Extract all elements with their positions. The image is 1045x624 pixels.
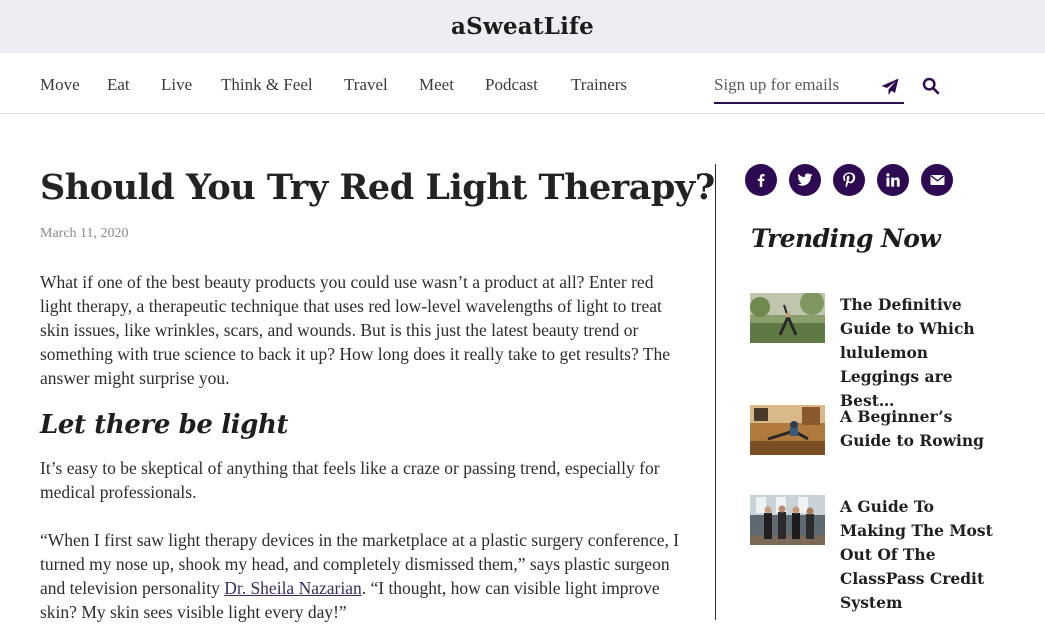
trending-now-heading: Trending Now bbox=[751, 224, 941, 253]
trending-thumbnail[interactable] bbox=[750, 495, 825, 545]
trending-card-title[interactable]: A Beginner’s Guide to Rowing bbox=[840, 405, 1005, 453]
paper-plane-icon[interactable] bbox=[880, 77, 900, 97]
search-icon[interactable] bbox=[922, 77, 940, 95]
nav-item-travel[interactable]: Travel bbox=[344, 75, 388, 95]
nav-item-podcast[interactable]: Podcast bbox=[485, 75, 538, 95]
article-date: March 11, 2020 bbox=[40, 226, 129, 241]
article-subheading: Let there be light bbox=[40, 410, 289, 440]
email-icon[interactable] bbox=[921, 164, 953, 196]
article-paragraph: It’s easy to be skeptical of anything th… bbox=[40, 458, 660, 502]
article-paragraph: “When I first saw light therapy devices … bbox=[40, 528, 685, 624]
trending-thumbnail[interactable] bbox=[750, 405, 825, 455]
sidebar-divider bbox=[715, 164, 716, 620]
trending-thumbnail[interactable] bbox=[750, 293, 825, 343]
email-signup-input[interactable] bbox=[714, 73, 874, 97]
trending-card-title[interactable]: The Definitive Guide to Which lululemon … bbox=[840, 293, 1005, 413]
site-logo[interactable]: aSweatLife bbox=[451, 13, 594, 40]
article-paragraph: What if one of the best beauty products … bbox=[40, 272, 670, 388]
trending-card-title[interactable]: A Guide To Making The Most Out Of The Cl… bbox=[840, 495, 1005, 615]
social-share-buttons bbox=[745, 164, 953, 196]
dr-sheila-nazarian-link[interactable]: Dr. Sheila Nazarian bbox=[224, 578, 362, 598]
nav-item-meet[interactable]: Meet bbox=[419, 75, 454, 95]
nav-item-trainers[interactable]: Trainers bbox=[571, 75, 627, 95]
article-title: Should You Try Red Light Therapy? bbox=[40, 167, 715, 208]
twitter-icon[interactable] bbox=[789, 164, 821, 196]
facebook-icon[interactable] bbox=[745, 164, 777, 196]
nav-item-move[interactable]: Move bbox=[40, 75, 80, 95]
site-header: aSweatLife bbox=[0, 0, 1045, 53]
main-nav: Move Eat Live Think & Feel Travel Meet P… bbox=[0, 53, 1045, 114]
linkedin-icon[interactable] bbox=[877, 164, 909, 196]
nav-item-live[interactable]: Live bbox=[161, 75, 192, 95]
pinterest-icon[interactable] bbox=[833, 164, 865, 196]
email-signup-form bbox=[714, 71, 904, 104]
nav-item-eat[interactable]: Eat bbox=[107, 75, 130, 95]
nav-item-think-feel[interactable]: Think & Feel bbox=[221, 75, 313, 95]
